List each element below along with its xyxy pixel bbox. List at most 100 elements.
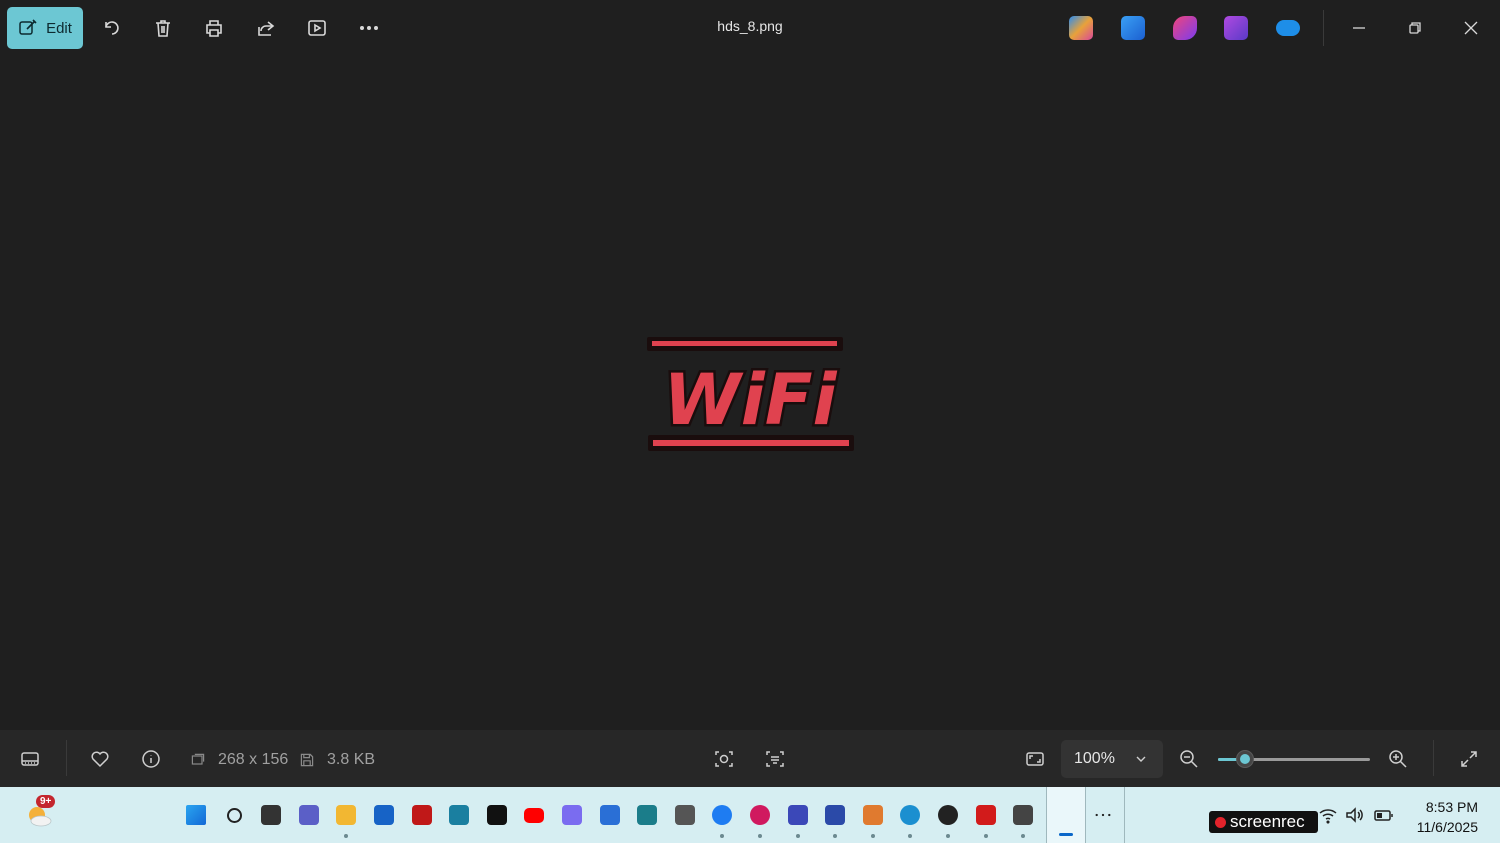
youtube-glyph [524,807,544,823]
alexa-glyph [449,805,469,825]
copilot-icon[interactable] [1069,16,1093,40]
photos-icon[interactable] [1121,16,1145,40]
record-icon [1215,816,1226,828]
delete-icon[interactable] [149,14,177,42]
clipchamp-icon[interactable] [1224,16,1248,40]
youtube-icon[interactable] [521,802,547,828]
store-icon[interactable] [371,802,397,828]
restore-button[interactable] [1398,12,1432,44]
image-dimensions: 268 x 156 [218,751,289,768]
taskbar-divider [1124,787,1125,843]
running-indicator [796,834,800,838]
start-glyph [186,805,206,825]
running-indicator [871,834,875,838]
bottom-bar: 268 x 156 3.8 KB 100% [0,730,1500,787]
alexa-icon[interactable] [446,802,472,828]
mcafee-glyph [412,805,432,825]
terminal-icon[interactable] [1010,802,1036,838]
blocker-icon[interactable] [822,802,848,838]
weather-badge: 9+ [36,795,56,808]
clock[interactable]: 8:53 PM 11/6/2025 [1417,797,1478,837]
start-icon[interactable] [183,802,209,828]
print-icon[interactable] [200,14,228,42]
copilot-app-glyph [562,805,582,825]
copilot-icon-2[interactable] [860,802,886,838]
todo-icon[interactable] [597,802,623,828]
amazon-glyph [487,805,507,825]
blocker-glyph [825,805,845,825]
file-size-icon [295,748,319,772]
designer-icon[interactable] [1173,16,1197,40]
running-indicator [908,834,912,838]
title-bar: Edit hds_8.png [0,0,1500,56]
info-icon[interactable] [139,747,163,771]
running-indicator [946,834,950,838]
task-view-glyph [261,805,281,825]
clock-time: 8:53 PM [1425,799,1478,815]
zoom-value: 100% [1074,750,1115,767]
screenrec-overlay[interactable]: screenrec [1209,811,1318,833]
w-app-icon[interactable] [747,802,773,838]
w-app-glyph [750,805,770,825]
task-view-icon[interactable] [258,802,284,828]
close-button[interactable] [1454,12,1488,44]
edit-label: Edit [46,19,72,37]
proton-glyph [788,805,808,825]
messenger-glyph [712,805,732,825]
scan-text-icon[interactable] [763,747,787,771]
amazon-icon[interactable] [484,802,510,828]
minimize-button[interactable] [1342,12,1376,44]
messenger-icon[interactable] [709,802,735,838]
file-explorer-glyph [336,805,356,825]
edge-icon[interactable] [897,802,923,838]
zoom-out-icon[interactable] [1177,747,1201,771]
file-explorer-icon[interactable] [333,802,359,838]
teams-glyph [299,805,319,825]
share-icon[interactable] [252,14,280,42]
todo-glyph [600,805,620,825]
onedrive-icon[interactable] [1276,20,1300,36]
app-glyph [637,805,657,825]
running-indicator [720,834,724,838]
wifi-text: WiFi [663,359,837,441]
running-indicator [1021,834,1025,838]
running-indicator [758,834,762,838]
chatgpt-icon[interactable] [935,802,961,838]
copilot-glyph [863,805,883,825]
battery-icon[interactable] [1374,806,1394,824]
calculator-icon[interactable] [672,802,698,828]
proton-icon[interactable] [785,802,811,838]
copilot-app-icon[interactable] [559,802,585,828]
active-app-indicator [1059,833,1073,836]
zoom-slider-thumb[interactable] [1236,750,1255,768]
mcafee-icon[interactable] [409,802,435,828]
zoom-in-icon[interactable] [1386,747,1410,771]
app-icon[interactable] [634,802,660,828]
favorite-icon[interactable] [88,747,112,771]
more-icon[interactable] [355,14,383,42]
edit-button[interactable]: Edit [7,7,83,49]
acrobat-icon[interactable] [973,802,999,838]
taskbar: 9+ screenrec 8:53 PM 11/6/2025 [0,787,1500,843]
running-indicator [833,834,837,838]
visual-search-icon[interactable] [712,747,736,771]
overflow-icon[interactable] [1090,802,1116,828]
running-indicator [344,834,348,838]
fit-to-window-icon[interactable] [1023,747,1047,771]
search-icon[interactable] [221,802,247,828]
screenrec-label: screenrec [1230,812,1305,831]
filmstrip-icon[interactable] [18,747,42,771]
restore-icon [1409,22,1421,34]
wifi-icon[interactable] [1318,806,1338,824]
zoom-dropdown[interactable]: 100% [1061,740,1163,778]
volume-icon[interactable] [1345,806,1365,824]
search-glyph [226,807,242,823]
teams-icon[interactable] [296,802,322,828]
running-indicator [984,834,988,838]
rotate-icon[interactable] [97,14,125,42]
terminal-glyph [1013,805,1033,825]
image-canvas[interactable]: WiFi [0,56,1500,730]
fullscreen-icon[interactable] [1457,747,1481,771]
edit-icon [19,19,37,35]
slideshow-icon[interactable] [303,14,331,42]
